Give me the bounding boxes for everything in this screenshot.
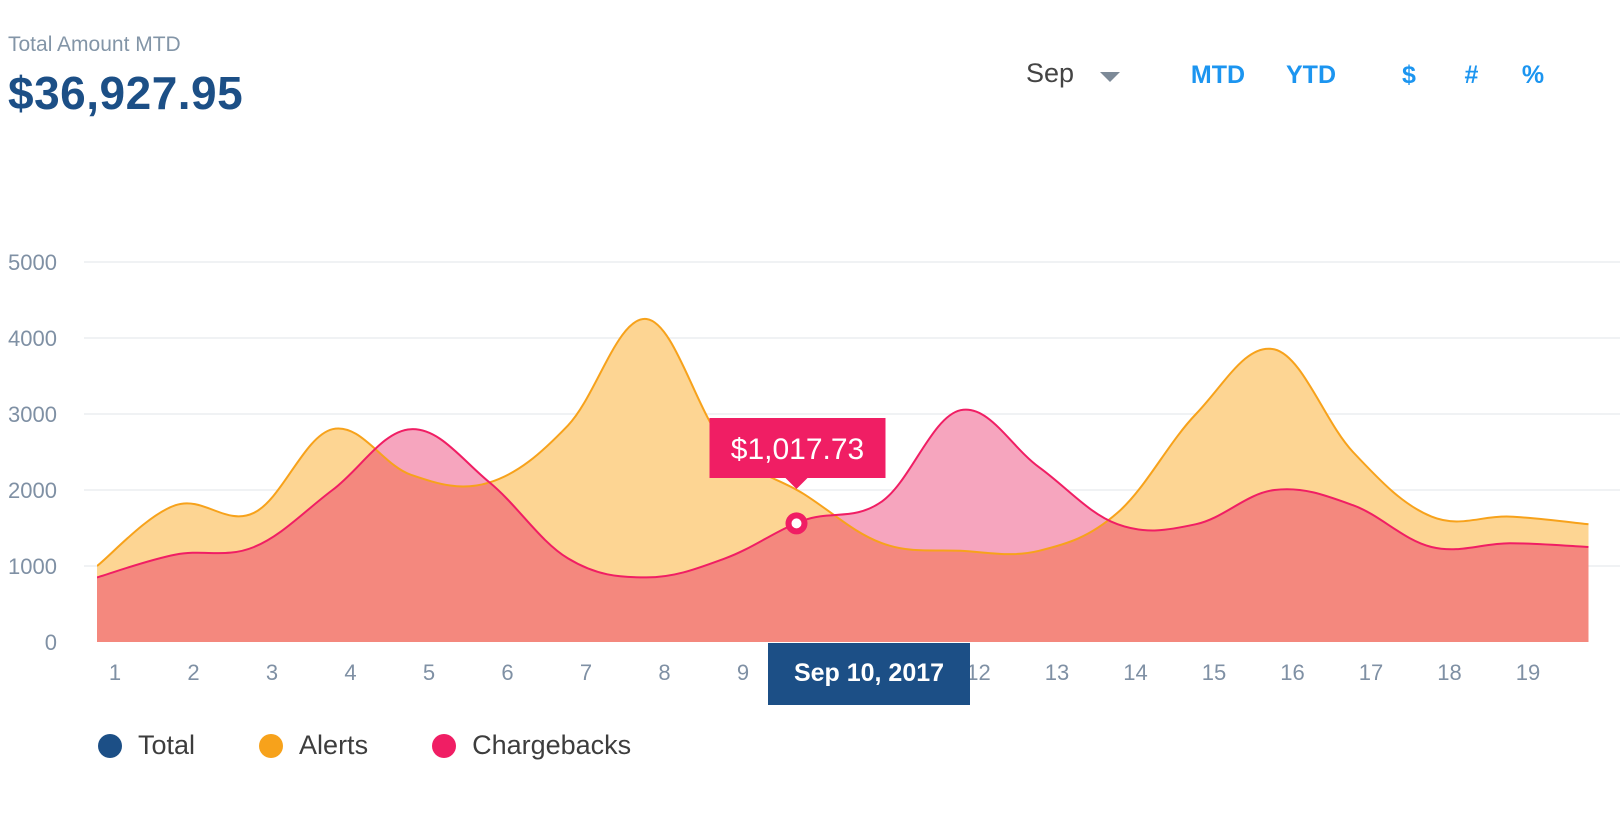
- y-tick-label: 4000: [8, 326, 57, 351]
- y-tick-label: 5000: [8, 250, 57, 275]
- legend-item-total[interactable]: Total: [98, 730, 195, 761]
- x-tick-label: 2: [187, 660, 199, 685]
- legend-label-total: Total: [138, 730, 196, 760]
- legend-dot-alerts: [259, 733, 284, 758]
- x-tick-label: 15: [1202, 660, 1226, 685]
- legend-item-chargebacks[interactable]: Chargebacks: [432, 730, 631, 761]
- x-tick-label: 1: [109, 660, 121, 685]
- highlight-point-center: [791, 518, 802, 529]
- legend-label-chargebacks: Chargebacks: [472, 730, 632, 760]
- x-tick-label: 16: [1280, 660, 1304, 685]
- legend-dot-total: [98, 733, 122, 758]
- y-tick-label: 3000: [8, 402, 57, 427]
- x-tick-label: 18: [1437, 660, 1461, 685]
- plot-area: [97, 317, 1589, 642]
- x-tick-label: 17: [1359, 660, 1383, 685]
- y-tick-label: 1000: [8, 554, 57, 579]
- chart-legend: Total Alerts Chargebacks: [98, 730, 695, 761]
- x-tick-label: 13: [1045, 660, 1069, 685]
- x-tick-label: 7: [580, 660, 592, 685]
- tooltip-value: $1,017.73: [731, 433, 864, 466]
- x-tick-label: 3: [266, 660, 278, 685]
- y-tick-label: 0: [45, 630, 57, 655]
- y-tick-label: 2000: [8, 478, 57, 503]
- date-badge-label: Sep 10, 2017: [794, 659, 944, 687]
- area-chart: 0100020003000400050001 2 3 4 5 6 7 8 9 12 13 14 15 16…: [8, 250, 1620, 705]
- legend-label-alerts: Alerts: [299, 730, 369, 760]
- x-tick-label: 6: [501, 660, 513, 685]
- legend-dot-chargebacks: [432, 733, 457, 758]
- x-tick-label: 14: [1123, 660, 1147, 685]
- x-tick-label: 9: [737, 660, 749, 685]
- legend-item-alerts[interactable]: Alerts: [259, 730, 368, 761]
- x-tick-label: 5: [423, 660, 435, 685]
- x-tick-label: 8: [658, 660, 670, 685]
- x-tick-label: 19: [1516, 660, 1540, 685]
- x-tick-label: 4: [344, 660, 356, 685]
